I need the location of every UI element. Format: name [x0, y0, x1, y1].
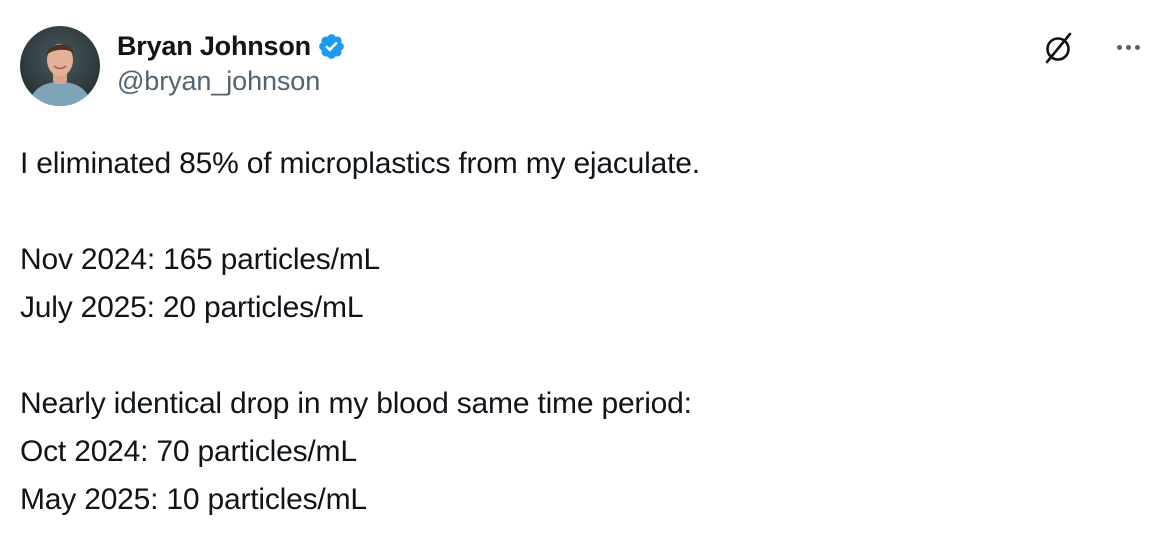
tweet-line: July 2025: 20 particles/mL [20, 291, 364, 324]
tweet-line: Nearly identical drop in my blood same t… [20, 387, 692, 420]
tweet-text: I eliminated 85% of microplastics from m… [20, 140, 1140, 524]
more-icon[interactable] [1108, 32, 1148, 62]
more-dot [1116, 44, 1122, 50]
handle[interactable]: @bryan_johnson [117, 66, 346, 97]
grok-icon[interactable] [1038, 28, 1078, 68]
more-dot [1125, 44, 1131, 50]
tweet-header: Bryan Johnson @bryan_johnson [20, 26, 1148, 106]
verified-badge-icon [317, 32, 346, 61]
name-row: Bryan Johnson [117, 28, 346, 64]
avatar[interactable] [20, 26, 100, 106]
tweet-line: Nov 2024: 165 particles/mL [20, 243, 381, 276]
author-names: Bryan Johnson @bryan_johnson [117, 28, 346, 97]
tweet-line: Oct 2024: 70 particles/mL [20, 435, 357, 468]
tweet-line: I eliminated 85% of microplastics from m… [20, 147, 700, 180]
tweet-line: May 2025: 10 particles/mL [20, 483, 367, 516]
more-dot [1134, 44, 1140, 50]
display-name[interactable]: Bryan Johnson [117, 31, 311, 62]
